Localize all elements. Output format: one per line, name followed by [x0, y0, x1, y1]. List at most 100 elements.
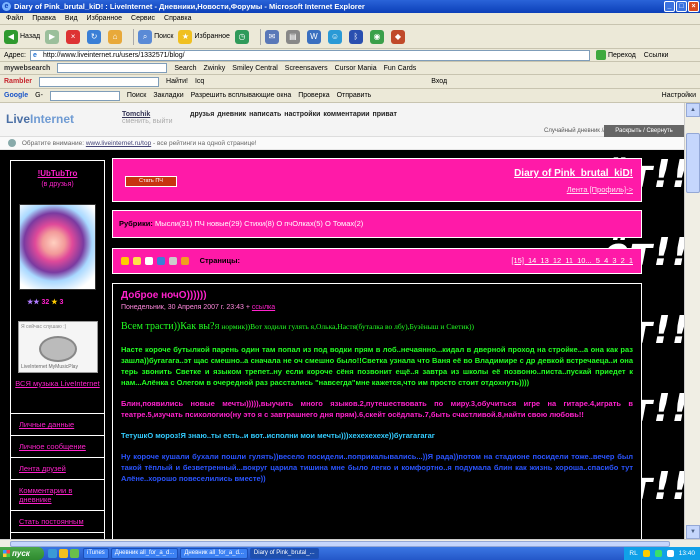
edit-button[interactable]: W [306, 29, 323, 44]
tray-icon[interactable] [654, 550, 662, 557]
menu-file[interactable]: Файл [6, 15, 23, 22]
research-button[interactable]: ◉ [369, 29, 386, 44]
language-indicator[interactable]: RL [629, 547, 637, 560]
username-link[interactable]: Tomchik [122, 111, 173, 118]
become-pch-button[interactable]: Стать ПЧ [125, 176, 177, 187]
menu-view[interactable]: Вид [65, 15, 78, 22]
rambler-find-button[interactable]: Найти! [166, 78, 188, 85]
back-button[interactable]: ◀ Назад [4, 29, 40, 44]
refresh-button[interactable]: ↻ [87, 29, 103, 44]
menu-edit[interactable]: Правка [32, 15, 56, 22]
close-button[interactable]: × [688, 1, 699, 12]
page-links[interactable]: [15] 14 13 12 11 10... 5 4 3 2 1 [511, 249, 633, 273]
top-nav[interactable]: друзья дневник написать настройки коммен… [190, 111, 397, 118]
google-send-button[interactable]: Отправить [337, 92, 372, 99]
stop-button[interactable]: × [66, 29, 82, 44]
permalink[interactable]: ссылка [252, 304, 275, 311]
google-g-menu[interactable]: G- [35, 92, 43, 99]
minimize-button[interactable]: _ [664, 1, 675, 12]
go-button[interactable]: Переход [595, 50, 636, 60]
task-itunes[interactable]: iTunes [83, 548, 109, 559]
print-button[interactable]: ▤ [285, 29, 302, 44]
profile-name[interactable]: !UbTubTro [11, 169, 104, 178]
post-title[interactable]: Доброе ночО)))))) [121, 290, 633, 301]
favorites-button[interactable]: ★ Избранное [178, 29, 230, 44]
add-friend-link[interactable]: (в друзья) [11, 181, 104, 188]
print-icon[interactable] [169, 257, 178, 266]
google-search-button[interactable]: Поиск [127, 92, 146, 99]
rambler-icq-button[interactable]: Icq [195, 78, 204, 85]
diary-title[interactable]: Diary of Pink_brutal_kiD! [514, 168, 633, 179]
google-search-input[interactable] [49, 90, 120, 101]
smile-icon[interactable] [121, 257, 129, 266]
rubrics-list[interactable]: Мысли(31) ПЧ новые(29) Стихи(8) О пчОлка… [155, 219, 363, 228]
scroll-up-icon[interactable]: ▲ [686, 103, 700, 117]
music-player[interactable]: Я сейчас слушаю :) LiveInternet MyMusicP… [18, 321, 98, 373]
history-button[interactable]: ◷ [234, 29, 251, 44]
top-ratings-link[interactable]: www.liveinternet.ru/top [86, 140, 151, 147]
links-button[interactable]: Ссылки [644, 52, 669, 59]
become-regular-link[interactable]: Стать постоянным [11, 511, 104, 533]
task-diary-pink[interactable]: Diary of Pink_brutal_... [249, 548, 319, 559]
personal-data-link[interactable]: Личные данные [11, 414, 104, 436]
rambler-login-button[interactable]: Вход [431, 78, 447, 85]
history-icon: ◷ [234, 29, 249, 44]
private-message-link[interactable]: Личное сообщение [11, 436, 104, 458]
google-popup-button[interactable]: Разрешить всплывающие окна [191, 92, 292, 99]
page-icon[interactable] [145, 257, 154, 266]
ie-icon[interactable] [48, 549, 57, 558]
google-bookmarks-button[interactable]: Закладки [153, 92, 183, 99]
menu-bar: Файл Правка Вид Избранное Сервис Справка [0, 13, 700, 25]
rss-icon[interactable] [181, 257, 190, 266]
mail-icon[interactable] [157, 257, 166, 266]
random-diary-link[interactable]: Случайный дневник // [544, 128, 605, 134]
bluetooth-button[interactable]: ᛒ [348, 29, 365, 44]
tray-icon[interactable] [642, 550, 650, 557]
cursor-mania-link[interactable]: Cursor Mania [335, 65, 377, 72]
fun-cards-link[interactable]: Fun Cards [384, 65, 417, 72]
smiley-central-link[interactable]: Smiley Central [232, 65, 278, 72]
task-diary-2[interactable]: Дневник all_for_a_d... [180, 548, 248, 559]
address-input[interactable]: http://www.liveinternet.ru/users/1332571… [29, 49, 590, 61]
address-label: Адрес: [4, 51, 26, 59]
websearch-search-button[interactable]: Search [174, 65, 196, 72]
websearch-input[interactable] [57, 63, 168, 73]
addon-button[interactable]: ◆ [390, 29, 407, 44]
menu-help[interactable]: Справка [164, 15, 191, 22]
messenger-button[interactable]: ☺ [327, 29, 344, 44]
google-settings-button[interactable]: Настройки [662, 92, 696, 99]
friends-feed-link[interactable]: Лента друзей [11, 458, 104, 480]
search-icon: ⌕ [138, 29, 153, 44]
all-music-link[interactable]: ВСЯ музыка LiveInternet [11, 379, 104, 389]
folder-icon[interactable] [59, 549, 68, 558]
user-actions[interactable]: сменить, выйти [122, 118, 173, 125]
rambler-input[interactable] [39, 76, 160, 87]
rating-count: 32 [41, 299, 50, 306]
task-diary-1[interactable]: Дневник all_for_a_d... [110, 548, 179, 559]
smile-icon[interactable] [133, 257, 142, 266]
mail-button[interactable]: ✉ [264, 29, 281, 44]
home-button[interactable]: ⌂ [108, 29, 124, 44]
start-button[interactable]: пуск [0, 547, 44, 560]
feed-profile-links[interactable]: Лента [Профиль]-> [567, 185, 633, 194]
tray-icon[interactable] [666, 550, 674, 557]
liveinternet-logo[interactable]: LiveInternet [6, 112, 74, 126]
horizontal-scrollbar[interactable] [0, 539, 700, 547]
search-button[interactable]: ⌕ Поиск [138, 29, 173, 44]
vertical-scrollbar[interactable]: ▲ ▼ [684, 103, 700, 539]
google-check-button[interactable]: Проверка [298, 92, 329, 99]
address-bar: Адрес: http://www.liveinternet.ru/users/… [0, 49, 700, 62]
screensavers-link[interactable]: Screensavers [285, 65, 328, 72]
menu-favorites[interactable]: Избранное [87, 15, 122, 22]
media-icon[interactable] [70, 549, 79, 558]
forward-button[interactable]: ▶ [45, 29, 61, 44]
expand-collapse-button[interactable]: Раскрыть / Свернуть [604, 125, 684, 137]
menu-tools[interactable]: Сервис [131, 15, 155, 22]
system-tray: RL 13:40 [624, 547, 700, 560]
diary-comments-link[interactable]: Комментарии в дневнике [11, 480, 104, 511]
scroll-thumb[interactable] [686, 133, 700, 193]
scroll-down-icon[interactable]: ▼ [686, 525, 700, 539]
zwinky-link[interactable]: Zwinky [204, 65, 226, 72]
maximize-button[interactable]: □ [676, 1, 687, 12]
avatar[interactable] [19, 204, 96, 290]
